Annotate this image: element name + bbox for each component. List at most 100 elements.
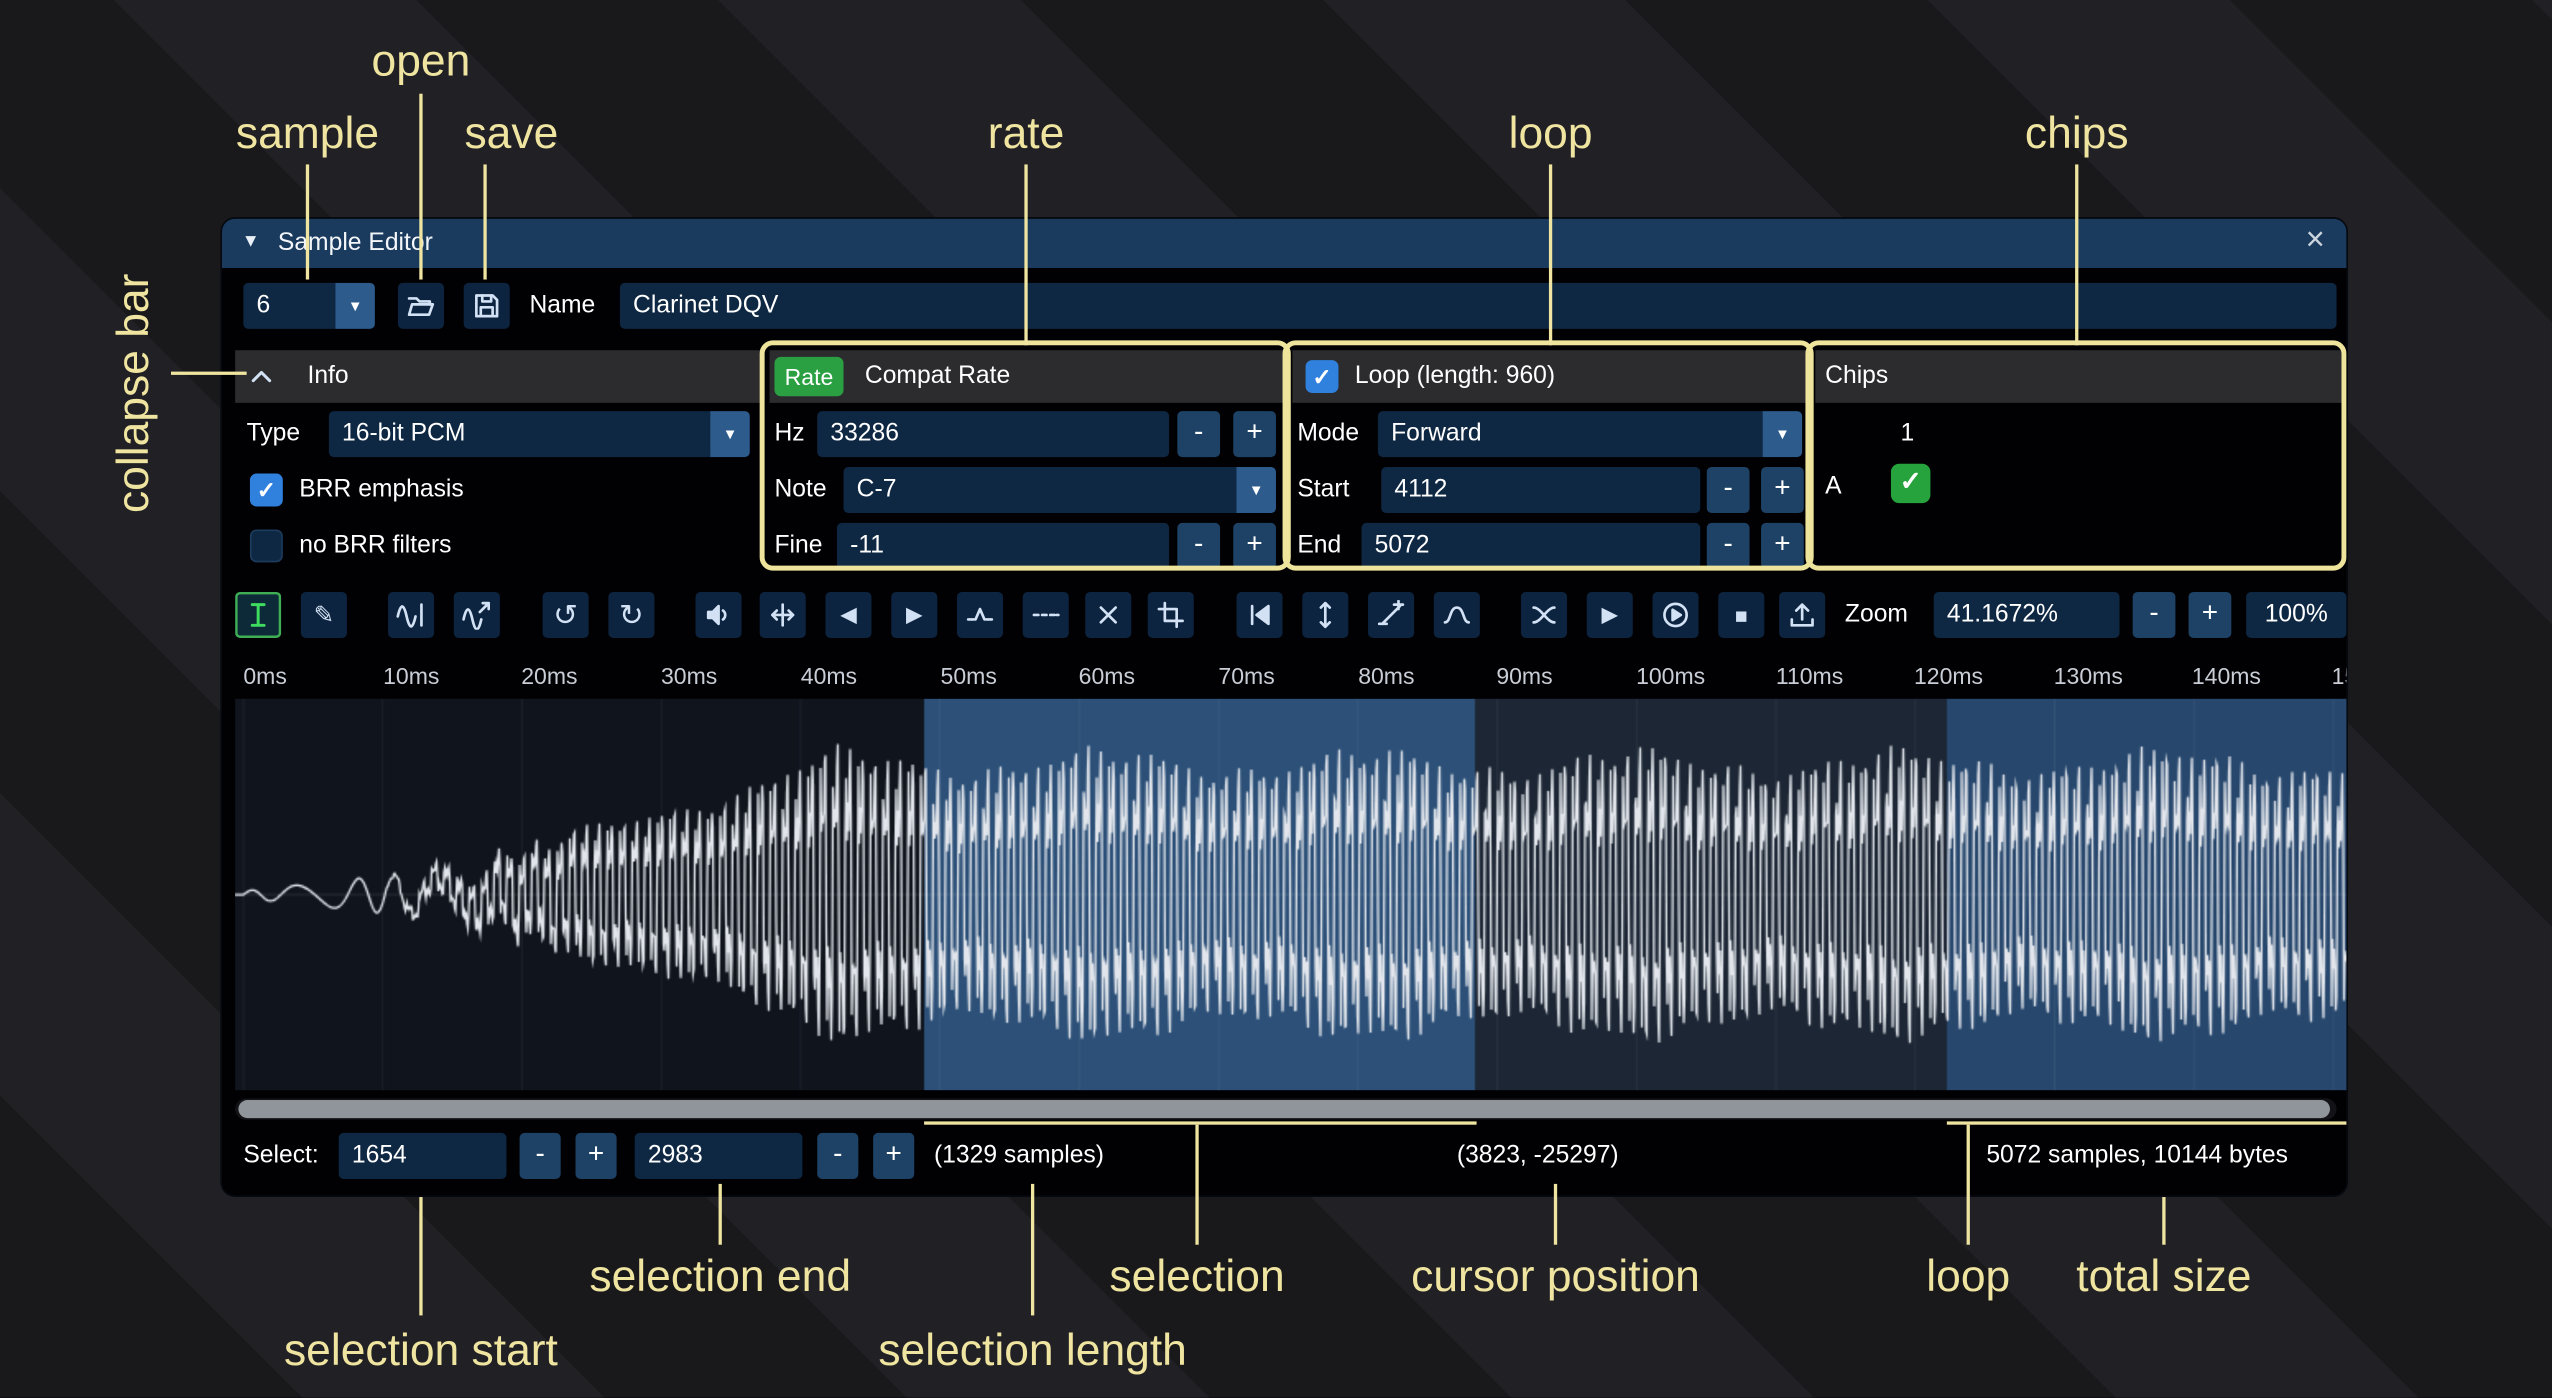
- type-dropdown[interactable]: 16-bit PCM ▼: [329, 411, 750, 457]
- selection-end-plus-button[interactable]: +: [873, 1133, 914, 1179]
- sample-number: 6: [257, 291, 271, 319]
- zoom-input[interactable]: 41.1672%: [1934, 592, 2120, 638]
- scrollbar-thumb[interactable]: [238, 1100, 2330, 1118]
- undo-button[interactable]: ↺: [543, 592, 589, 638]
- waveform-scrollbar[interactable]: [235, 1098, 2336, 1119]
- hz-label: Hz: [774, 411, 804, 457]
- stop-preview-button[interactable]: ■: [1718, 592, 1764, 638]
- redo-button[interactable]: ↻: [608, 592, 654, 638]
- annotation-line-cursor-position: [1554, 1184, 1557, 1245]
- loop-end-label: End: [1297, 523, 1341, 569]
- chevron-down-icon[interactable]: ▼: [710, 411, 749, 457]
- name-input[interactable]: Clarinet DQV: [620, 283, 2337, 329]
- fine-plus-button[interactable]: +: [1233, 523, 1276, 569]
- ibeam-cursor-icon: [243, 600, 273, 630]
- select-mode-button[interactable]: [235, 592, 281, 638]
- fade-in-button[interactable]: ◀: [825, 592, 871, 638]
- ruler-tick: 20ms: [521, 663, 577, 689]
- loop-enable-checkbox[interactable]: ✓: [1306, 360, 1339, 393]
- chevron-down-icon[interactable]: ▼: [335, 283, 374, 329]
- hz-plus-button[interactable]: +: [1233, 411, 1276, 457]
- undo-icon: ↺: [553, 598, 578, 633]
- loop-mode-dropdown[interactable]: Forward ▼: [1378, 411, 1802, 457]
- chevron-down-icon[interactable]: ▼: [1237, 467, 1276, 513]
- zoom-plus-button[interactable]: +: [2189, 592, 2232, 638]
- annotation-loop-top: loop: [1509, 109, 1593, 160]
- sample-selector[interactable]: 6 ▼: [243, 283, 375, 329]
- delete-button[interactable]: [1085, 592, 1131, 638]
- draw-mode-button[interactable]: ✎: [301, 592, 347, 638]
- annotation-line-chips: [2075, 164, 2078, 345]
- hz-minus-button[interactable]: -: [1177, 411, 1220, 457]
- close-icon[interactable]: ×: [2297, 222, 2333, 260]
- invert-button[interactable]: [1302, 592, 1348, 638]
- zoom-reset-button[interactable]: 100%: [2246, 592, 2346, 638]
- note-dropdown[interactable]: C-7 ▼: [844, 467, 1276, 513]
- selection-end-minus-button[interactable]: -: [817, 1133, 858, 1179]
- window-titlebar[interactable]: ▼ Sample Editor ×: [222, 219, 2346, 268]
- resample-button[interactable]: [454, 592, 500, 638]
- ruler-tick: 30ms: [661, 663, 717, 689]
- loop-start-input[interactable]: 4112: [1381, 467, 1700, 513]
- preview-selection-button[interactable]: [1653, 592, 1699, 638]
- open-button[interactable]: [398, 283, 444, 329]
- info-header-label: Info: [307, 350, 348, 403]
- loop-mode-label: Mode: [1297, 411, 1359, 457]
- ruler-tick: 50ms: [941, 663, 997, 689]
- zoom-minus-button[interactable]: -: [2133, 592, 2176, 638]
- annotation-cursor-position: cursor position: [1411, 1251, 1700, 1302]
- save-button[interactable]: [464, 283, 510, 329]
- upload-to-chip-button[interactable]: [1779, 592, 1825, 638]
- no-brr-filters-checkbox[interactable]: [250, 529, 283, 562]
- selection-start-minus-button[interactable]: -: [520, 1133, 561, 1179]
- fine-minus-button[interactable]: -: [1177, 523, 1220, 569]
- apply-silence-button[interactable]: [1023, 592, 1069, 638]
- sign-invert-button[interactable]: [1368, 592, 1414, 638]
- rate-badge: Rate: [774, 357, 843, 396]
- insert-silence-icon: [965, 600, 995, 630]
- crossfade-button[interactable]: [1521, 592, 1567, 638]
- loop-end-plus-button[interactable]: +: [1761, 523, 1804, 569]
- selection-end-input[interactable]: 2983: [635, 1133, 803, 1179]
- collapse-bar-chevron-icon[interactable]: [245, 360, 278, 401]
- loop-end-input[interactable]: 5072: [1361, 523, 1700, 569]
- fade-in-icon: ◀: [840, 602, 856, 628]
- hz-input[interactable]: 33286: [817, 411, 1169, 457]
- brr-emphasis-checkbox[interactable]: ✓: [250, 474, 283, 507]
- amplify-button[interactable]: [696, 592, 742, 638]
- apply-silence-icon: [1031, 600, 1061, 630]
- fine-input[interactable]: -11: [837, 523, 1169, 569]
- trim-button[interactable]: [1148, 592, 1194, 638]
- loop-header: ✓ Loop (length: 960): [1292, 350, 1808, 403]
- window-collapse-icon[interactable]: ▼: [242, 232, 260, 252]
- ruler-tick: 60ms: [1079, 663, 1135, 689]
- crop-icon: [1156, 600, 1186, 630]
- annotation-line-selection-end: [719, 1184, 722, 1245]
- ruler-tick: 120ms: [1914, 663, 1983, 689]
- ruler-tick: 40ms: [801, 663, 857, 689]
- fade-out-icon: ▶: [906, 602, 922, 628]
- filter-button[interactable]: [1434, 592, 1480, 638]
- selection-start-input[interactable]: 1654: [339, 1133, 507, 1179]
- pencil-icon: ✎: [314, 600, 335, 630]
- loop-end-minus-button[interactable]: -: [1707, 523, 1750, 569]
- annotation-line-save: [483, 164, 486, 279]
- chevron-down-icon[interactable]: ▼: [1763, 411, 1802, 457]
- ruler-tick: 130ms: [2054, 663, 2123, 689]
- insert-silence-button[interactable]: [957, 592, 1003, 638]
- note-label: Note: [774, 467, 826, 513]
- type-label: Type: [247, 411, 300, 457]
- loop-start-minus-button[interactable]: -: [1707, 467, 1750, 513]
- annotation-rate: rate: [988, 109, 1065, 160]
- preview-button[interactable]: ▶: [1587, 592, 1633, 638]
- reverse-button[interactable]: [1237, 592, 1283, 638]
- normalize-button[interactable]: [760, 592, 806, 638]
- selection-start-plus-button[interactable]: +: [576, 1133, 617, 1179]
- chip-a-enable-checkbox[interactable]: ✓: [1891, 464, 1930, 503]
- waveform-display[interactable]: [235, 699, 2346, 1090]
- fade-out-button[interactable]: ▶: [891, 592, 937, 638]
- annotation-line-total-size: [2162, 1197, 2165, 1245]
- loop-start-plus-button[interactable]: +: [1761, 467, 1804, 513]
- resize-button[interactable]: [388, 592, 434, 638]
- info-header[interactable]: Info: [235, 350, 764, 403]
